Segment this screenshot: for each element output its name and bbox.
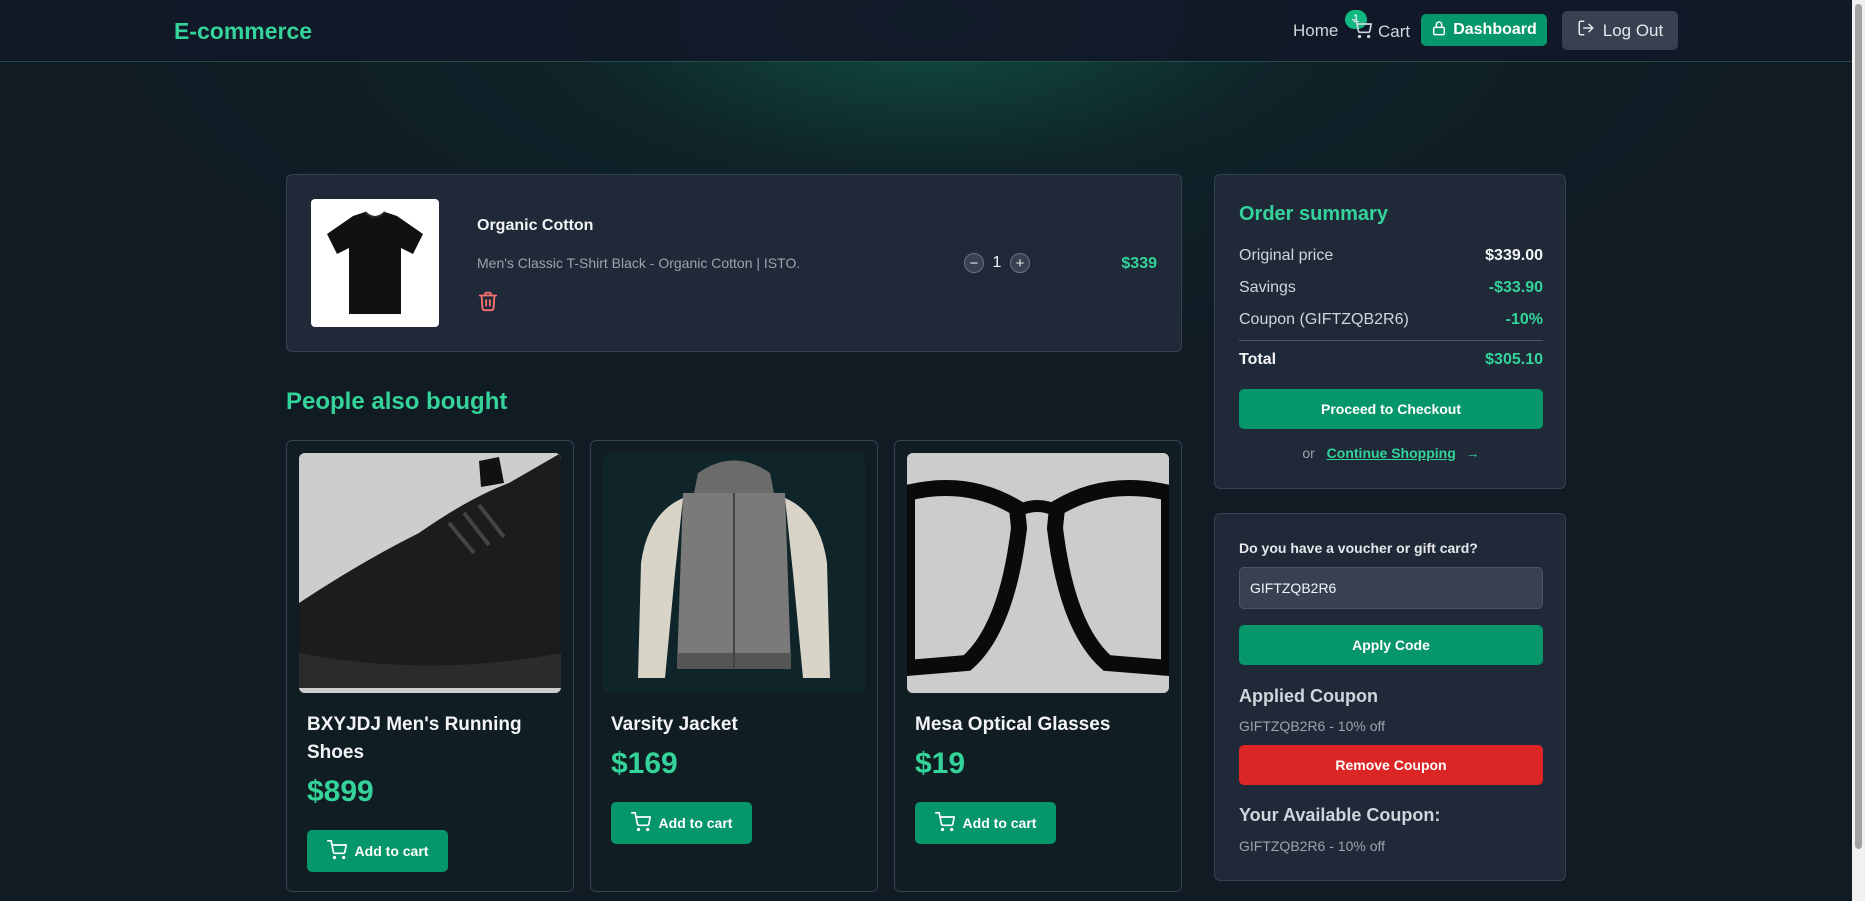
summary-value: $339.00 <box>1485 247 1543 264</box>
applied-coupon-text: GIFTZQB2R6 - 10% off <box>1239 718 1386 734</box>
available-coupon-heading: Your Available Coupon: <box>1239 805 1441 825</box>
order-summary-panel: Order summary Original price $339.00 Sav… <box>1214 174 1566 489</box>
top-navbar: E-commerce Home 1 Cart Dashboard Log Out <box>0 0 1852 62</box>
product-card: Varsity Jacket $169 Add to cart <box>590 440 878 892</box>
scrollbar-thumb[interactable] <box>1855 4 1862 849</box>
lock-icon <box>1431 20 1447 41</box>
page: E-commerce Home 1 Cart Dashboard Log Out <box>0 0 1865 901</box>
cart-item-price: $339 <box>1121 255 1157 272</box>
dashboard-label: Dashboard <box>1453 21 1537 38</box>
product-name: BXYJDJ Men's Running Shoes <box>307 714 522 763</box>
minus-icon[interactable]: − <box>964 253 984 273</box>
add-to-cart-button[interactable]: Add to cart <box>307 830 448 872</box>
cart-icon <box>934 811 955 835</box>
remove-item-button[interactable] <box>477 289 499 318</box>
brand-logo[interactable]: E-commerce <box>174 18 312 45</box>
add-to-cart-button[interactable]: Add to cart <box>611 802 752 844</box>
summary-label: Savings <box>1239 279 1296 296</box>
product-name: Varsity Jacket <box>611 714 738 735</box>
dashboard-button[interactable]: Dashboard <box>1421 14 1547 46</box>
cart-icon <box>1352 19 1372 44</box>
proceed-to-checkout-button[interactable]: Proceed to Checkout <box>1239 389 1543 429</box>
cart-item-image <box>311 199 439 327</box>
summary-row-total: Total $305.10 <box>1239 351 1543 369</box>
arrow-right-icon: → <box>1465 445 1480 461</box>
logout-button[interactable]: Log Out <box>1562 11 1678 50</box>
summary-value: -10% <box>1505 311 1543 328</box>
product-name: Mesa Optical Glasses <box>915 714 1111 735</box>
cart-item-description: Men's Classic T-Shirt Black - Organic Co… <box>477 255 801 271</box>
summary-row-savings: Savings -$33.90 <box>1239 279 1543 297</box>
total-value: $305.10 <box>1485 351 1543 368</box>
quantity-stepper: − 1 + <box>964 253 1030 273</box>
product-price: $899 <box>307 775 374 808</box>
continue-shopping-row: or Continue Shopping → <box>1215 445 1567 461</box>
coupon-panel: Do you have a voucher or gift card? Appl… <box>1214 513 1566 881</box>
quantity-value: 1 <box>992 254 1002 271</box>
product-price: $169 <box>611 747 678 780</box>
nav-cart-label: Cart <box>1378 21 1411 41</box>
apply-code-button[interactable]: Apply Code <box>1239 625 1543 665</box>
nav-cart-link[interactable]: Cart <box>1352 19 1410 44</box>
add-to-cart-label: Add to cart <box>354 843 429 859</box>
remove-coupon-button[interactable]: Remove Coupon <box>1239 745 1543 785</box>
order-summary-title: Order summary <box>1239 203 1388 225</box>
voucher-question: Do you have a voucher or gift card? <box>1239 540 1478 556</box>
add-to-cart-label: Add to cart <box>962 815 1037 831</box>
cart-icon <box>326 839 347 863</box>
summary-label: Original price <box>1239 247 1334 264</box>
applied-coupon-heading: Applied Coupon <box>1239 686 1378 706</box>
summary-value: -$33.90 <box>1488 279 1543 296</box>
logout-icon <box>1577 19 1595 42</box>
product-card: BXYJDJ Men's Running Shoes $899 Add to c… <box>286 440 574 892</box>
product-image <box>299 453 561 693</box>
total-label: Total <box>1239 351 1277 368</box>
continue-shopping-link[interactable]: Continue Shopping <box>1327 445 1456 461</box>
trash-icon <box>477 291 499 317</box>
summary-row-original-price: Original price $339.00 <box>1239 247 1543 265</box>
plus-icon[interactable]: + <box>1010 253 1030 273</box>
cart-item-name: Organic Cotton <box>477 217 594 234</box>
voucher-input[interactable] <box>1239 567 1543 609</box>
available-coupon-text: GIFTZQB2R6 - 10% off <box>1239 838 1386 854</box>
add-to-cart-label: Add to cart <box>658 815 733 831</box>
add-to-cart-button[interactable]: Add to cart <box>915 802 1056 844</box>
people-also-bought-title: People also bought <box>286 388 508 415</box>
product-price: $19 <box>915 747 966 780</box>
logout-label: Log Out <box>1602 20 1664 40</box>
nav-home-link[interactable]: Home <box>1293 21 1338 41</box>
product-image <box>907 453 1169 693</box>
page-scrollbar[interactable] <box>1852 0 1865 901</box>
or-text: or <box>1302 445 1315 461</box>
summary-row-coupon: Coupon (GIFTZQB2R6) -10% <box>1239 311 1543 329</box>
product-card: Mesa Optical Glasses $19 Add to cart <box>894 440 1182 892</box>
summary-divider <box>1239 340 1543 341</box>
product-image <box>603 453 865 693</box>
summary-label: Coupon (GIFTZQB2R6) <box>1239 311 1409 328</box>
cart-item-card: Organic Cotton Men's Classic T-Shirt Bla… <box>286 174 1182 352</box>
cart-icon <box>630 811 651 835</box>
